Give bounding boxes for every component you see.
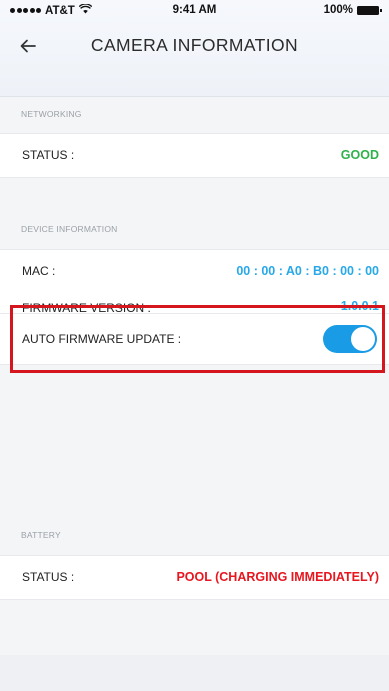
bottom-area <box>0 655 389 691</box>
section-header-networking: NETWORKING <box>21 109 82 119</box>
networking-status-label: STATUS : <box>22 148 75 162</box>
networking-status-row: STATUS : GOOD <box>0 133 389 178</box>
mac-label: MAC : <box>22 264 56 278</box>
battery-status-value: POOL (CHARGING IMMEDIATELY) <box>176 570 379 584</box>
battery-status-label: STATUS : <box>22 570 75 584</box>
page-title: CAMERA INFORMATION <box>90 35 299 55</box>
section-header-battery: BATTERY <box>21 530 61 540</box>
battery-status-row: STATUS : POOL (CHARGING IMMEDIATELY) <box>0 555 389 600</box>
status-bar: AT&T 9:41 AM 100% <box>0 0 389 24</box>
phone-screen: AT&T 9:41 AM 100% CAMERA INFORMATION NET… <box>0 0 389 691</box>
highlight-box <box>10 305 385 373</box>
mac-value: 00 : 00 : A0 : B0 : 00 : 00 <box>236 264 379 278</box>
networking-status-value: GOOD <box>340 148 379 162</box>
battery-percentage: 100% <box>323 4 353 16</box>
section-header-device-information: DEVICE INFORMATION <box>21 224 118 234</box>
top-bar: AT&T 9:41 AM 100% CAMERA INFORMATION <box>0 0 389 97</box>
navigation-bar: CAMERA INFORMATION <box>0 24 389 70</box>
battery-icon <box>357 5 382 15</box>
status-bar-right: 100% <box>323 4 382 16</box>
